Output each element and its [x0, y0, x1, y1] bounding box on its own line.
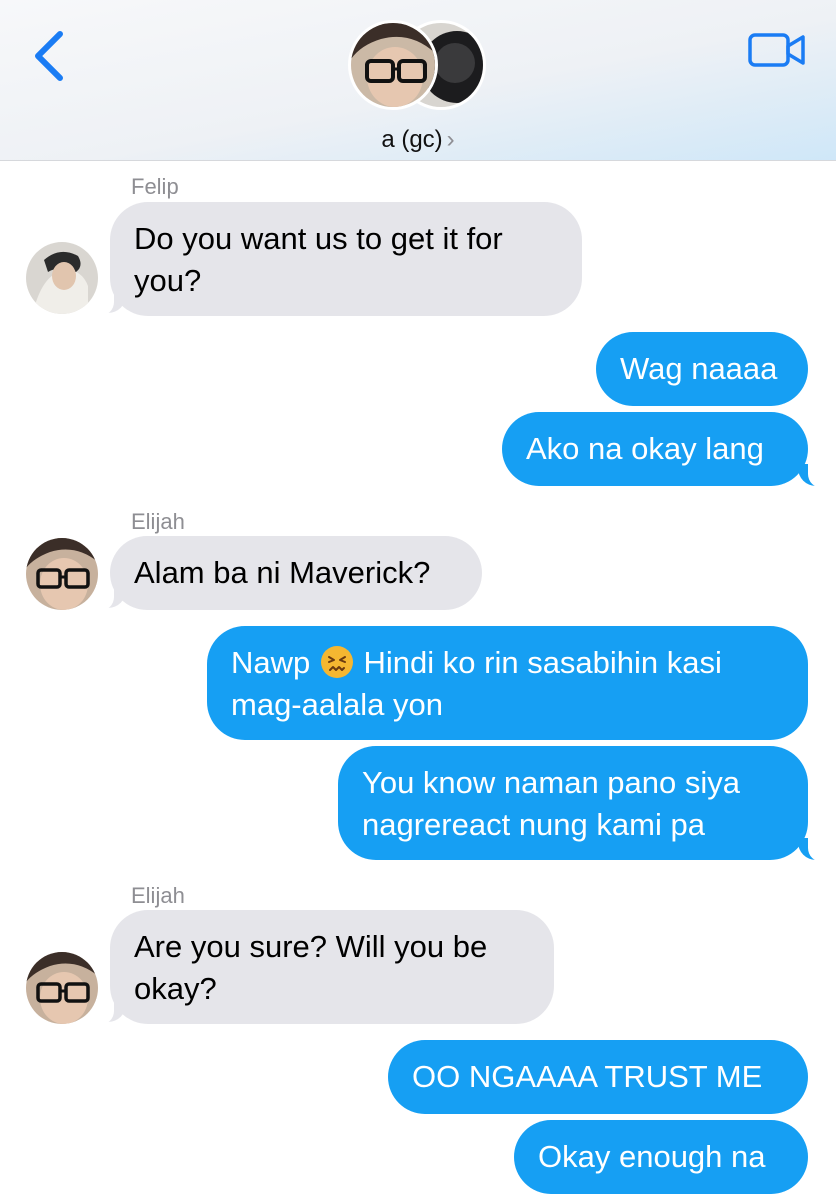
incoming-message-bubble[interactable]: Alam ba ni Maverick?: [110, 536, 482, 610]
message-text: Nawp: [231, 645, 311, 680]
back-button[interactable]: [30, 28, 70, 84]
message-text: Hindi ko rin sasabihin kasi: [363, 645, 722, 680]
message-text: Wag naaaa: [620, 351, 778, 386]
message-line: Are you sure? Will you be: [134, 929, 488, 964]
message-text: OO NGAAAA TRUST ME: [412, 1059, 763, 1094]
confounded-face-emoji: [320, 646, 353, 678]
message-text: Ako na okay lang: [526, 431, 764, 466]
outgoing-message-bubble[interactable]: Nawp Hindi ko rin sasabihin kasi mag-aal…: [207, 626, 808, 740]
incoming-message-bubble[interactable]: Are you sure? Will you be okay?: [110, 910, 554, 1024]
group-avatar-stack[interactable]: [348, 20, 488, 112]
sender-name: Felip: [131, 174, 179, 199]
outgoing-message-bubble[interactable]: Ako na okay lang: [502, 412, 808, 486]
chevron-right-icon: ›: [446, 126, 455, 153]
outgoing-message-bubble[interactable]: Wag naaaa: [596, 332, 808, 406]
video-call-button[interactable]: [748, 33, 806, 67]
message-line: you?: [134, 263, 202, 298]
chevron-left-icon: [35, 31, 63, 81]
member-avatar-1: [348, 20, 438, 110]
message-line: Do you want us to get it for: [134, 221, 503, 256]
outgoing-message-bubble[interactable]: OO NGAAAA TRUST ME: [388, 1040, 808, 1114]
outgoing-message-bubble[interactable]: You know naman pano siya nagrereact nung…: [338, 746, 808, 860]
message-text: Alam ba ni Maverick?: [134, 555, 431, 590]
message-text: Okay enough na: [538, 1139, 766, 1174]
outgoing-message-bubble[interactable]: Okay enough na: [514, 1120, 808, 1194]
avatar-elijah[interactable]: [26, 538, 98, 610]
incoming-message-bubble[interactable]: Do you want us to get it for you?: [110, 202, 582, 316]
avatar-elijah[interactable]: [26, 952, 98, 1024]
message-line: nagrereact nung kami pa: [362, 807, 705, 842]
message-line: okay?: [134, 971, 217, 1006]
video-camera-icon: [748, 33, 805, 67]
sender-name: Elijah: [131, 509, 185, 534]
message-line: mag-aalala yon: [231, 687, 443, 722]
conversation-header: a (gc) ›: [0, 0, 836, 161]
sender-name: Elijah: [131, 883, 185, 908]
message-line: You know naman pano siya: [362, 765, 741, 800]
conversation-title-text: a (gc): [381, 126, 443, 153]
avatar-felip[interactable]: [26, 242, 98, 314]
conversation-title[interactable]: a (gc) ›: [0, 126, 836, 154]
